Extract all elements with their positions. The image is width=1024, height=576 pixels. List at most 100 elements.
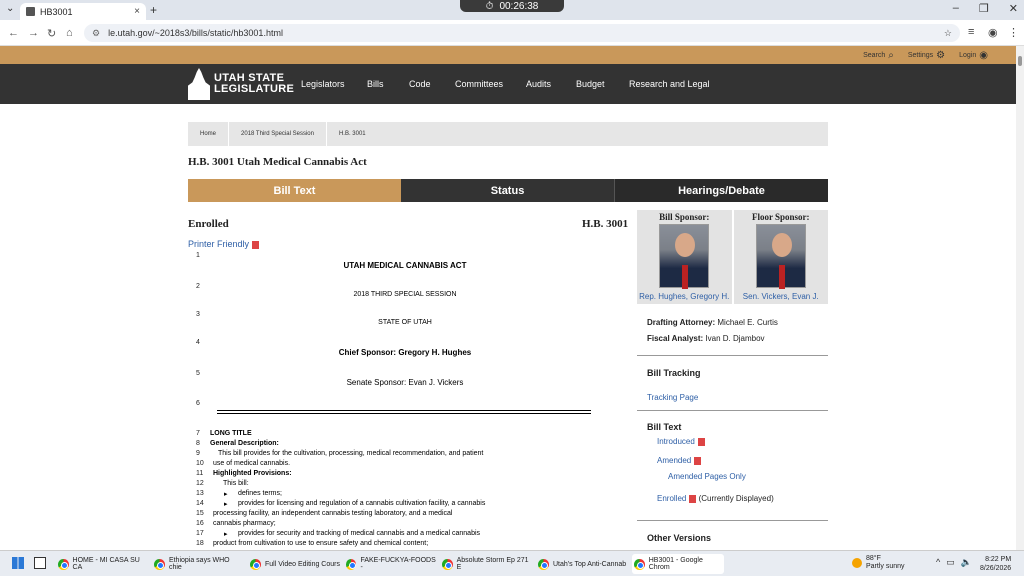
address-bar[interactable]: ⚙ le.utah.gov/~2018s3/bills/static/hb300… [84, 24, 960, 42]
breadcrumb: Home 2018 Third Special Session H.B. 300… [188, 122, 828, 146]
tab-hearings-debate[interactable]: Hearings/Debate [615, 179, 828, 202]
minimize-icon[interactable]: – [953, 2, 959, 15]
bill-text-heading: Bill Text [647, 422, 682, 432]
line-number: 7 [196, 430, 200, 437]
enrolled-label: Enrolled [188, 218, 229, 230]
taskbar-app-label: Ethiopia says WHO chie [168, 557, 230, 571]
floor-sponsor-link[interactable]: Sen. Vickers, Evan J. [743, 292, 819, 301]
tracking-page-link[interactable]: Tracking Page [647, 393, 698, 402]
windows-start-icon[interactable] [12, 557, 24, 569]
face-shape [675, 233, 696, 257]
bullet-icon: ▸ [224, 531, 228, 538]
settings-label: Settings [907, 51, 934, 59]
close-tab-icon[interactable]: × [134, 6, 140, 17]
taskbar-app[interactable]: Full Video Editing Cours [248, 554, 340, 574]
amended-link[interactable]: Amended [657, 456, 702, 465]
browser-tab-bar: ⌄ HB3001 × + ⏱ 00:26:38 – ❐ ✕ [0, 0, 1024, 20]
nav-budget[interactable]: Budget [576, 79, 605, 89]
bill-line: provides for licensing and regulation of… [238, 500, 486, 507]
close-window-icon[interactable]: ✕ [1009, 2, 1018, 15]
state-line: STATE OF UTAH [378, 319, 432, 326]
browser-tab[interactable]: HB3001 × [20, 3, 146, 20]
search-icon: ⌕ [888, 49, 894, 61]
introduced-link[interactable]: Introduced [657, 437, 705, 446]
nav-research-and-legal[interactable]: Research and Legal [629, 79, 710, 89]
nav-committees[interactable]: Committees [455, 79, 503, 89]
clock[interactable]: 8:22 PM 8/26/2026 [980, 555, 1011, 573]
network-icon[interactable]: ▭ [946, 557, 955, 568]
site-logo[interactable]: UTAH STATE LEGISLATURE [188, 68, 294, 100]
floor-sponsor-card: Floor Sponsor: Sen. Vickers, Evan J. [733, 210, 828, 304]
breadcrumb-home[interactable]: Home [188, 122, 230, 146]
bookmark-star-icon[interactable]: ☆ [944, 28, 952, 39]
task-view-icon[interactable] [34, 557, 46, 569]
taskbar-app-label: FAKE-FUCKYA-FOODS - [360, 557, 436, 571]
floor-sponsor-heading: Floor Sponsor: [751, 212, 810, 222]
bill-line: This bill provides for the cultivation, … [218, 450, 484, 457]
divider [217, 410, 591, 411]
home-icon[interactable]: ⌂ [66, 27, 73, 39]
browser-menu-icon[interactable]: ⋮ [1008, 26, 1019, 39]
chrome-icon [154, 558, 165, 570]
bill-sponsor-photo[interactable] [659, 224, 710, 289]
profile-icon[interactable]: ◉ [988, 26, 998, 39]
taskbar-app-label: Absolute Storm Ep 271 E [456, 557, 529, 571]
taskbar-app[interactable]: Ethiopia says WHO chie [152, 554, 244, 574]
drafting-attorney-label: Drafting Attorney: [647, 318, 716, 327]
chief-sponsor-line: Chief Sponsor: Gregory H. Hughes [338, 348, 472, 357]
reload-icon[interactable]: ↻ [47, 27, 56, 40]
chrome-icon [250, 558, 261, 570]
volume-icon[interactable]: 🔈 [961, 557, 972, 568]
divider [637, 355, 828, 356]
chrome-icon [442, 558, 453, 570]
login-link[interactable]: Login ◉ [959, 50, 988, 61]
url-text: le.utah.gov/~2018s3/bills/static/hb3001.… [108, 28, 283, 38]
site-info-icon[interactable]: ⚙ [92, 28, 100, 39]
gear-icon: ⚙ [936, 49, 946, 61]
bill-line: cannabis pharmacy; [213, 520, 276, 527]
divider [637, 410, 828, 411]
utility-bar: Search ⌕ Settings ⚙ Login ◉ [0, 46, 1016, 64]
forward-icon[interactable]: → [28, 27, 39, 39]
chevron-up-icon[interactable]: ^ [936, 557, 940, 568]
media-control-icon[interactable]: ≡ [968, 26, 974, 38]
taskbar-app-active[interactable]: HB3001 - Google Chrom [632, 554, 724, 574]
line-number: 13 [196, 490, 204, 497]
line-number: 18 [196, 540, 204, 547]
back-icon[interactable]: ← [8, 27, 19, 39]
taskbar-app[interactable]: FAKE-FUCKYA-FOODS - [344, 554, 436, 574]
divider [217, 413, 591, 414]
tab-search-icon[interactable]: ⌄ [6, 3, 14, 14]
tab-status[interactable]: Status [401, 179, 615, 202]
taskbar-app[interactable]: HOME - MI CASA SU CA [56, 554, 148, 574]
taskbar-app[interactable]: Absolute Storm Ep 271 E [440, 554, 532, 574]
floor-sponsor-photo[interactable] [755, 224, 806, 289]
scrollbar-thumb[interactable] [1018, 56, 1022, 66]
nav-code[interactable]: Code [409, 79, 431, 89]
sun-icon [852, 558, 862, 568]
act-title: UTAH MEDICAL CANNABIS ACT [343, 261, 467, 270]
taskbar-app[interactable]: Utah's Top Anti-Cannab [536, 554, 628, 574]
nav-audits[interactable]: Audits [526, 79, 551, 89]
bill-sponsor-link[interactable]: Rep. Hughes, Gregory H. [639, 292, 729, 301]
new-tab-icon[interactable]: + [150, 3, 157, 17]
line-number: 1 [196, 252, 200, 259]
settings-link[interactable]: Settings ⚙ [908, 50, 945, 61]
bill-line: defines terms; [238, 490, 282, 497]
amended-label: Amended [657, 456, 692, 465]
search-link[interactable]: Search ⌕ [863, 50, 894, 61]
weather-widget[interactable]: 88°F Partly sunny [852, 555, 905, 571]
nav-bills[interactable]: Bills [367, 79, 384, 89]
enrolled-link[interactable]: Enrolled (Currently Displayed) [657, 494, 774, 503]
amended-pages-only-link[interactable]: Amended Pages Only [668, 472, 746, 481]
breadcrumb-session[interactable]: 2018 Third Special Session [229, 122, 327, 146]
enrolled-link-label: Enrolled [657, 494, 687, 503]
page-scrollbar[interactable] [1016, 46, 1024, 550]
bill-line: LONG TITLE [210, 430, 252, 437]
printer-friendly-link[interactable]: Printer Friendly [188, 239, 260, 249]
tab-bill-text[interactable]: Bill Text [188, 179, 401, 202]
line-number: 16 [196, 520, 204, 527]
maximize-icon[interactable]: ❐ [979, 2, 989, 15]
bullet-icon: ▸ [224, 491, 228, 498]
nav-legislators[interactable]: Legislators [301, 79, 345, 89]
